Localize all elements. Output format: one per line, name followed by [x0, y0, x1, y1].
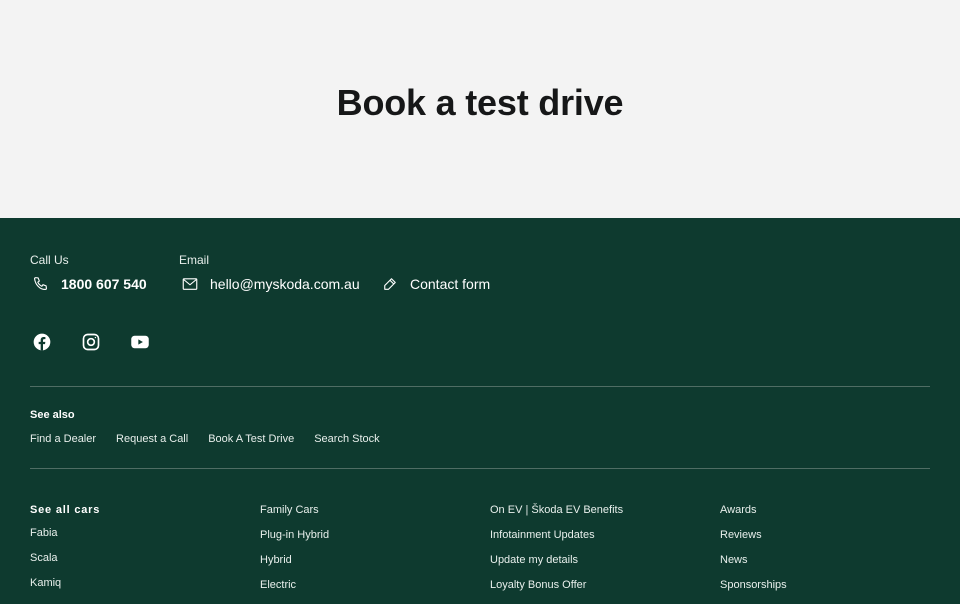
- footer-link[interactable]: Plug-in Hybrid: [260, 529, 329, 554]
- footer-column-owners: On EV | Škoda EV Benefits Infotainment U…: [490, 504, 623, 604]
- contact-form-link[interactable]: Contact form: [381, 275, 490, 293]
- footer-divider: [30, 468, 930, 469]
- see-all-cars-link[interactable]: See all cars: [30, 504, 100, 527]
- footer-link[interactable]: Infotainment Updates: [490, 529, 623, 554]
- email-address: hello@myskoda.com.au: [210, 276, 360, 292]
- phone-icon: [32, 275, 50, 293]
- youtube-icon[interactable]: [130, 332, 150, 352]
- pencil-icon: [381, 275, 399, 293]
- call-us-label: Call Us: [30, 253, 69, 267]
- footer-link[interactable]: Fabia: [30, 527, 100, 552]
- footer-column-types: Family Cars Plug-in Hybrid Hybrid Electr…: [260, 504, 329, 604]
- social-links: [32, 332, 150, 352]
- footer-link[interactable]: Hybrid: [260, 554, 329, 579]
- footer-divider: [30, 386, 930, 387]
- see-also-links: Find a Dealer Request a Call Book A Test…: [30, 433, 380, 445]
- footer-link[interactable]: Electric: [260, 579, 329, 604]
- footer-link[interactable]: Reviews: [720, 529, 787, 554]
- footer-column-cars: See all cars Fabia Scala Kamiq: [30, 504, 100, 602]
- email-label: Email: [179, 253, 210, 267]
- phone-link[interactable]: 1800 607 540: [32, 275, 147, 293]
- phone-number: 1800 607 540: [61, 276, 147, 292]
- link-search-stock[interactable]: Search Stock: [314, 433, 379, 445]
- site-footer: Call Us Email 1800 607 540 hello@myskoda…: [0, 218, 960, 600]
- footer-link[interactable]: Loyalty Bonus Offer: [490, 579, 623, 604]
- email-link[interactable]: hello@myskoda.com.au: [181, 275, 360, 293]
- hero-section: Book a test drive: [0, 0, 960, 218]
- link-request-call[interactable]: Request a Call: [116, 433, 188, 445]
- footer-link[interactable]: Sponsorships: [720, 579, 787, 604]
- footer-link[interactable]: News: [720, 554, 787, 579]
- footer-link[interactable]: On EV | Škoda EV Benefits: [490, 504, 623, 529]
- link-find-dealer[interactable]: Find a Dealer: [30, 433, 96, 445]
- footer-link[interactable]: Awards: [720, 504, 787, 529]
- link-book-test-drive[interactable]: Book A Test Drive: [208, 433, 294, 445]
- footer-link[interactable]: Update my details: [490, 554, 623, 579]
- see-also-title: See also: [30, 409, 75, 421]
- footer-column-brand: Awards Reviews News Sponsorships: [720, 504, 787, 604]
- footer-link[interactable]: Family Cars: [260, 504, 329, 529]
- mail-icon: [181, 275, 199, 293]
- instagram-icon[interactable]: [81, 332, 101, 352]
- facebook-icon[interactable]: [32, 332, 52, 352]
- page-title: Book a test drive: [336, 82, 624, 123]
- footer-link[interactable]: Kamiq: [30, 577, 100, 602]
- footer-link[interactable]: Scala: [30, 552, 100, 577]
- contact-form-label: Contact form: [410, 276, 491, 292]
